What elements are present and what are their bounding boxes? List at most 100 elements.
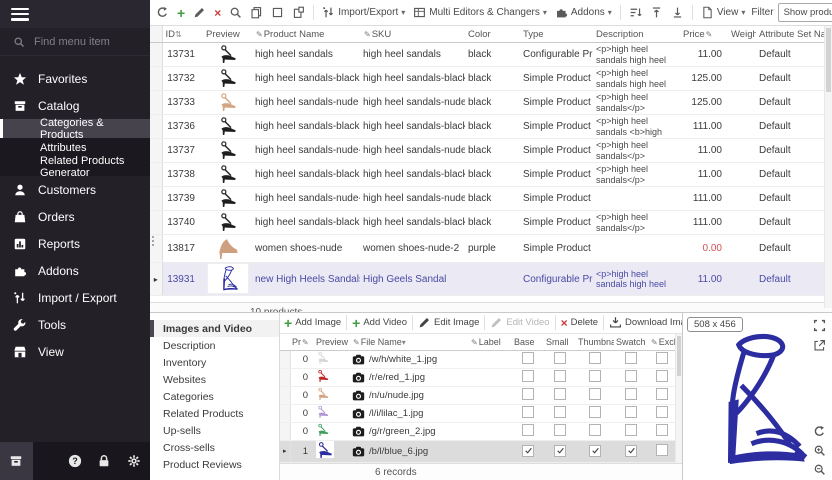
sidebar-search[interactable]: Find menu item (0, 28, 150, 56)
image-row[interactable]: 0/g/r/green_2.jpg (280, 422, 676, 440)
base-checkbox[interactable] (522, 388, 534, 400)
sidebar-item-customers[interactable]: Customers (0, 176, 150, 203)
product-row[interactable]: 13736high heel sandals-black-36high heel… (150, 115, 825, 139)
column-header-description[interactable]: Description (593, 26, 680, 43)
thumbnail-checkbox[interactable] (589, 370, 601, 382)
sidebar-item-addons[interactable]: Addons (0, 257, 150, 284)
zoom-out-button[interactable] (812, 462, 827, 477)
tab-websites[interactable]: Websites (150, 371, 279, 388)
sidebar-item-orders[interactable]: Orders (0, 203, 150, 230)
product-row[interactable]: 13732high heel sandals-blackhigh heel sa… (150, 67, 825, 91)
sort-button[interactable] (627, 4, 644, 21)
image-row[interactable]: 0/w/h/white_1.jpg (280, 350, 676, 368)
tab-inventory[interactable]: Inventory (150, 354, 279, 371)
product-row[interactable]: 13737high heel sandals-nude-36high heel … (150, 139, 825, 163)
swatch-checkbox[interactable] (625, 352, 637, 364)
image-column-header-base[interactable]: Base (512, 334, 544, 351)
download-image-button[interactable]: Download Image (609, 316, 682, 329)
product-row[interactable]: 13740high heel sandals-black-38high heel… (150, 211, 825, 235)
exclude-checkbox[interactable] (656, 352, 668, 364)
thumbnail-checkbox[interactable] (589, 388, 601, 400)
thumbnail-checkbox[interactable] (589, 406, 601, 418)
sidebar-item-reports[interactable]: Reports (0, 230, 150, 257)
expand-button[interactable] (812, 318, 827, 333)
product-row[interactable]: 13739high heel sandals-nude-37high heel … (150, 187, 825, 211)
pencil-button[interactable] (191, 4, 208, 21)
swatch-checkbox[interactable] (625, 370, 637, 382)
small-checkbox[interactable] (554, 445, 566, 457)
paste-button[interactable] (290, 4, 307, 21)
product-row[interactable]: 13733high heel sandals-nudehigh heel san… (150, 91, 825, 115)
tab-description[interactable]: Description (150, 337, 279, 354)
base-checkbox[interactable] (522, 424, 534, 436)
add-video-button[interactable]: +Add Video (352, 317, 407, 328)
delete-button[interactable]: ×Delete (561, 317, 598, 328)
small-checkbox[interactable] (554, 352, 566, 364)
image-row[interactable]: 0/r/e/red_1.jpg (280, 368, 676, 386)
column-header-preview[interactable]: Preview (203, 26, 252, 43)
image-row[interactable]: 0/l/i/lilac_1.jpg (280, 404, 676, 422)
thumbnail-checkbox[interactable] (589, 424, 601, 436)
small-checkbox[interactable] (554, 406, 566, 418)
product-row[interactable]: 13731high heel sandalshigh heel sandalsb… (150, 43, 825, 67)
image-column-header-label[interactable]: ✎Label (468, 334, 512, 351)
product-row[interactable]: 13817women shoes-nudewomen shoes-nude-2p… (150, 235, 825, 263)
menu-import-export[interactable]: Import/Export▾ (320, 4, 407, 21)
tab-categories[interactable]: Categories (150, 388, 279, 405)
plus-button[interactable]: + (175, 6, 187, 20)
thumbnail-checkbox[interactable] (589, 445, 601, 457)
column-header-weight[interactable]: Weight (728, 26, 756, 43)
add-image-button[interactable]: +Add Image (284, 317, 341, 328)
column-header-product-name[interactable]: ✎Product Name (252, 26, 360, 43)
sidebar-bottom-lock-button[interactable] (90, 442, 118, 480)
exclude-checkbox[interactable] (656, 406, 668, 418)
image-column-header-thumbna[interactable]: Thumbna (576, 334, 614, 351)
refresh-button[interactable] (154, 4, 171, 21)
image-column-header-pr[interactable]: Pr✎ (290, 334, 314, 351)
exclude-checkbox[interactable] (656, 388, 668, 400)
move-down-button[interactable] (669, 4, 686, 21)
base-checkbox[interactable] (522, 370, 534, 382)
refresh-button[interactable] (812, 424, 827, 439)
sidebar-item-favorites[interactable]: Favorites (0, 65, 150, 92)
image-column-header-small[interactable]: Small (544, 334, 576, 351)
view-menu[interactable]: View▾ (699, 4, 748, 21)
category-filter-select[interactable]: Show products from selected categories▾ (778, 3, 832, 22)
image-row[interactable]: ▸1/b/l/blue_6.jpg (280, 440, 676, 462)
edit-image-button[interactable]: Edit Image (418, 316, 479, 329)
exclude-checkbox[interactable] (656, 370, 668, 382)
zoom-in-button[interactable] (812, 443, 827, 458)
base-checkbox[interactable] (522, 352, 534, 364)
swatch-checkbox[interactable] (625, 445, 637, 457)
column-header-price[interactable]: Price✎ (680, 26, 728, 43)
column-header-id[interactable]: ID⇅ (162, 26, 203, 43)
product-grid-scrollbar[interactable] (824, 26, 832, 308)
base-checkbox[interactable] (522, 406, 534, 418)
base-checkbox[interactable] (522, 445, 534, 457)
tab-images-and-video[interactable]: Images and Video (150, 320, 279, 337)
tab-up-sells[interactable]: Up-sells (150, 422, 279, 439)
tab-cross-sells[interactable]: Cross-sells (150, 439, 279, 456)
column-header-sku[interactable]: ✎SKU (360, 26, 465, 43)
sidebar-item-catalog[interactable]: Catalog (0, 92, 150, 119)
sidebar-item-related-products-generator[interactable]: Related Products Generator (0, 157, 150, 176)
menu-toggle-icon[interactable] (11, 8, 29, 21)
menu-addons[interactable]: Addons▾ (553, 4, 614, 21)
swatch-checkbox[interactable] (625, 424, 637, 436)
image-column-header-exclude[interactable]: ✎Exclude (648, 334, 676, 351)
image-column-header-file-name[interactable]: ✎File Name▾ (350, 334, 468, 351)
tab-product-reviews[interactable]: Product Reviews (150, 456, 279, 473)
tab-related-products[interactable]: Related Products (150, 405, 279, 422)
sidebar-item-tools[interactable]: Tools (0, 311, 150, 338)
column-header-attribute-set-name[interactable]: Attribute Set Name (756, 26, 825, 43)
x-button[interactable]: × (212, 6, 223, 20)
external-button[interactable] (812, 338, 827, 353)
sidebar-item-import-export[interactable]: Import / Export (0, 284, 150, 311)
image-column-header-preview[interactable]: Preview (314, 334, 350, 351)
search-button[interactable] (227, 4, 244, 21)
menu-multi-editors-changers[interactable]: Multi Editors & Changers▾ (411, 4, 549, 21)
square-button[interactable] (269, 4, 286, 21)
sidebar-item-categories-products[interactable]: Categories & Products (0, 119, 150, 138)
swatch-checkbox[interactable] (625, 388, 637, 400)
thumbnail-checkbox[interactable] (589, 352, 601, 364)
